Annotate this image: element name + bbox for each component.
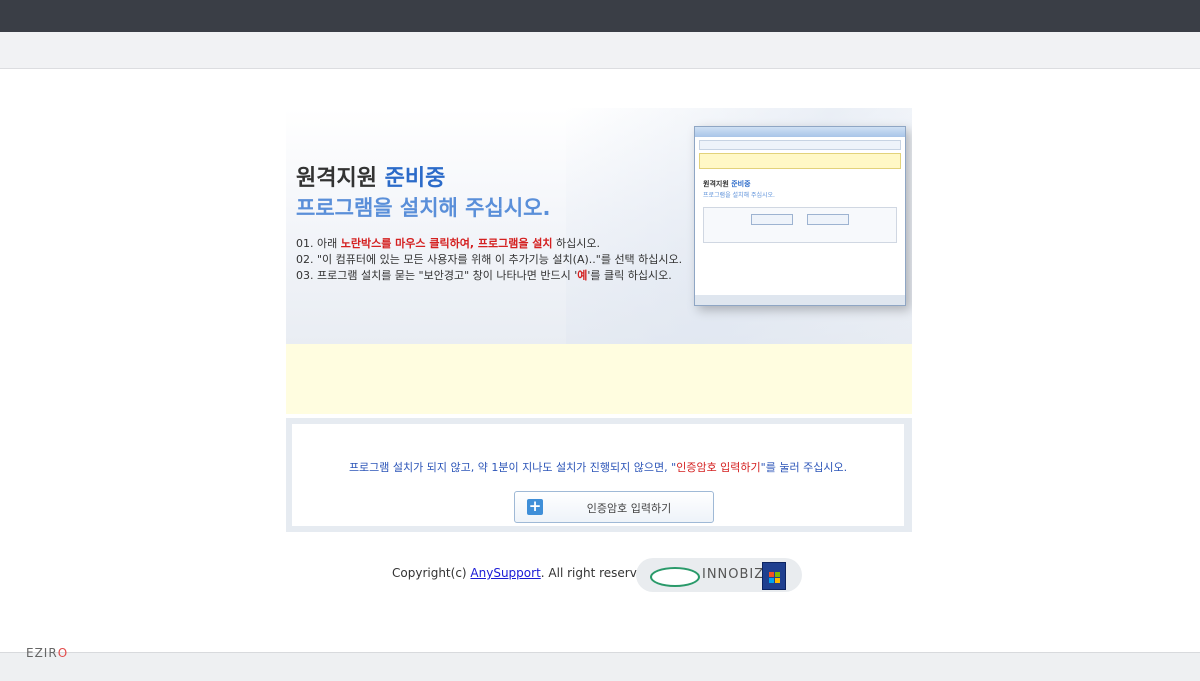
anysupport-link[interactable]: AnySupport: [470, 566, 540, 580]
auth-button-label: 인증암호 입력하기: [586, 502, 672, 515]
plus-icon: +: [527, 497, 543, 515]
certification-logo-icon: [650, 567, 700, 587]
eziro-logo: EZIRO: [26, 646, 69, 660]
install-steps: 01. 아래 노란박스를 마우스 클릭하여, 프로그램을 설치 하십시오. 02…: [296, 236, 682, 284]
preview-statusbar: [695, 295, 905, 305]
activex-install-area[interactable]: [286, 344, 912, 414]
preview-titlebar: [695, 127, 905, 137]
auth-panel-inner: 프로그램 설치가 되지 않고, 약 1분이 지나도 설치가 진행되지 않으면, …: [292, 424, 904, 526]
top-bar: [0, 0, 1200, 32]
preview-notice-box: [703, 207, 897, 243]
enter-auth-code-button[interactable]: + 인증암호 입력하기: [514, 491, 714, 523]
auth-panel: 프로그램 설치가 되지 않고, 약 1분이 지나도 설치가 진행되지 않으면, …: [286, 418, 912, 532]
step-1: 01. 아래 노란박스를 마우스 클릭하여, 프로그램을 설치 하십시오.: [296, 237, 600, 250]
certification-badges: INNOBIZ: [636, 558, 802, 592]
preview-button: [751, 214, 793, 225]
innobiz-logo: INNOBIZ: [702, 567, 765, 582]
preview-title: 원격지원 준비중: [703, 180, 751, 188]
title-main: 원격지원: [296, 166, 377, 191]
windows-logo-icon: [762, 562, 786, 590]
copyright-text: Copyright(c) AnySupport. All right reser…: [392, 566, 656, 580]
auth-notice: 프로그램 설치가 되지 않고, 약 1분이 지나도 설치가 진행되지 않으면, …: [348, 461, 848, 474]
browser-preview-image: 원격지원 준비중 프로그램을 설치해 주십시오.: [694, 126, 906, 306]
preview-buttons: [704, 214, 896, 225]
page-subtitle: 프로그램을 설치해 주십시오.: [296, 196, 551, 220]
title-accent: 준비중: [384, 166, 446, 191]
step-3: 03. 프로그램 설치를 묻는 "보안경고" 창이 나타나면 반드시 '예'를 …: [296, 269, 672, 282]
page-title: 원격지원 준비중: [296, 160, 445, 192]
preview-button: [807, 214, 849, 225]
preview-addressbar: [699, 140, 901, 150]
bottom-bar: [0, 652, 1200, 681]
preview-subtitle: 프로그램을 설치해 주십시오.: [703, 192, 775, 199]
step-2: 02. "이 컴퓨터에 있는 모든 사용자를 위해 이 추가기능 설치(A)..…: [296, 253, 683, 266]
install-guide-banner: 원격지원 준비중 프로그램을 설치해 주십시오. 01. 아래 노란박스를 마우…: [286, 108, 912, 344]
preview-infobar: [699, 153, 901, 169]
toolbar-strip: [0, 32, 1200, 69]
